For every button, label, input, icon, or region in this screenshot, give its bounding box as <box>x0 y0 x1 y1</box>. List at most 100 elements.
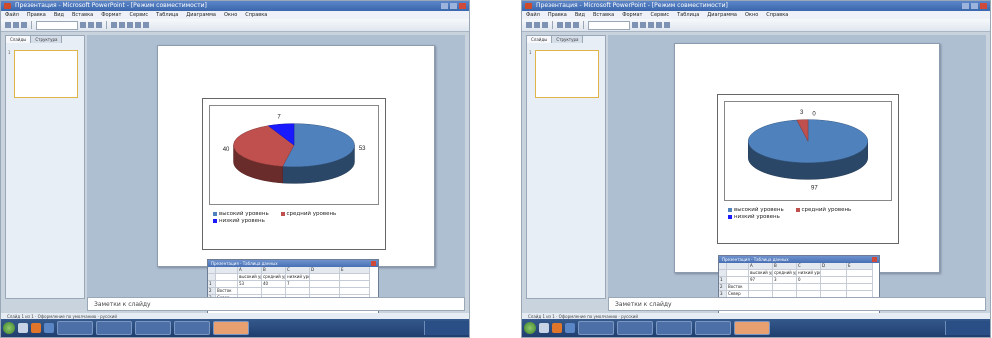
quicklaunch-icon[interactable] <box>539 323 549 333</box>
datasheet-cell[interactable]: D <box>310 267 340 274</box>
slide-thumbnail[interactable] <box>535 50 599 98</box>
menu-item-window[interactable]: Окно <box>224 11 237 19</box>
quicklaunch-icon[interactable] <box>552 323 562 333</box>
datasheet-cell[interactable] <box>208 274 216 281</box>
menu-item-file[interactable]: Файл <box>5 11 19 19</box>
legend-icon[interactable] <box>119 22 125 28</box>
datasheet-cell[interactable]: 1 <box>208 281 216 288</box>
menu-item-table[interactable]: Таблица <box>156 11 178 19</box>
close-button[interactable] <box>980 3 987 9</box>
taskbar-button[interactable] <box>656 321 692 335</box>
datasheet-cell[interactable] <box>238 288 262 295</box>
quicklaunch-icon[interactable] <box>31 323 41 333</box>
datasheet-cell[interactable] <box>847 270 873 277</box>
taskbar-button-powerpoint[interactable] <box>734 321 770 335</box>
datasheet-cell[interactable] <box>797 284 821 291</box>
datasheet-cell[interactable] <box>749 284 773 291</box>
datasheet-cell[interactable]: 53 <box>238 281 262 288</box>
menu-item-help[interactable]: Справка <box>245 11 267 19</box>
by-column-icon[interactable] <box>664 22 670 28</box>
menu-item-chart[interactable]: Диаграмма <box>707 11 737 19</box>
datasheet-cell[interactable] <box>310 281 340 288</box>
datasheet-cell[interactable]: 7 <box>286 281 310 288</box>
datasheet-icon[interactable] <box>573 22 579 28</box>
tab-outline[interactable]: Структура <box>552 36 584 43</box>
menu-item-edit[interactable]: Правка <box>27 11 46 19</box>
datasheet-cell[interactable] <box>719 270 727 277</box>
datasheet-cell[interactable] <box>340 288 370 295</box>
menu-item-insert[interactable]: Вставка <box>72 11 93 19</box>
taskbar-button-powerpoint[interactable] <box>213 321 249 335</box>
datasheet-cell[interactable] <box>719 263 727 270</box>
tab-outline[interactable]: Структура <box>31 36 63 43</box>
taskbar-button[interactable] <box>174 321 210 335</box>
datasheet-cell[interactable]: 40 <box>262 281 286 288</box>
quicklaunch-icon[interactable] <box>18 323 28 333</box>
datasheet-cell[interactable] <box>821 270 847 277</box>
datasheet-cell[interactable] <box>821 277 847 284</box>
notes-pane[interactable]: Заметки к слайду <box>87 297 465 311</box>
slide-thumbnail[interactable] <box>14 50 78 98</box>
datasheet-cell[interactable] <box>310 274 340 281</box>
taskbar-button[interactable] <box>695 321 731 335</box>
datasheet-cell[interactable]: высокий уровень <box>749 270 773 277</box>
taskbar-button[interactable] <box>135 321 171 335</box>
datasheet-cell[interactable]: 0 <box>797 277 821 284</box>
tab-slides[interactable]: Слайды <box>6 36 32 43</box>
datasheet-cell[interactable]: E <box>340 267 370 274</box>
chart-type-icon[interactable] <box>557 22 563 28</box>
datasheet-cell[interactable]: E <box>847 263 873 270</box>
datasheet-close-button[interactable] <box>371 261 376 266</box>
minimize-button[interactable] <box>962 3 969 9</box>
datasheet-cell[interactable]: B <box>262 267 286 274</box>
datasheet-close-button[interactable] <box>872 257 877 262</box>
datasheet-cell[interactable]: высокий уровень <box>238 274 262 281</box>
save-icon[interactable] <box>21 22 27 28</box>
by-column-icon[interactable] <box>143 22 149 28</box>
minimize-button[interactable] <box>441 3 448 9</box>
datasheet-cell[interactable]: A <box>749 263 773 270</box>
menu-item-view[interactable]: Вид <box>54 11 64 19</box>
datasheet-cell[interactable]: 97 <box>749 277 773 284</box>
font-select[interactable] <box>36 20 78 30</box>
datasheet-cell[interactable] <box>727 263 749 270</box>
datasheet-window[interactable]: Презентация - Таблица данных A B C D Eвысоки… <box>207 259 379 321</box>
datasheet-cell[interactable]: C <box>286 267 310 274</box>
menu-item-view[interactable]: Вид <box>575 11 585 19</box>
datasheet-cell[interactable] <box>340 274 370 281</box>
maximize-button[interactable] <box>971 3 978 9</box>
bold-icon[interactable] <box>80 22 86 28</box>
taskbar-button[interactable] <box>617 321 653 335</box>
underline-icon[interactable] <box>96 22 102 28</box>
menu-item-window[interactable]: Окно <box>745 11 758 19</box>
start-button[interactable] <box>3 322 15 334</box>
menu-item-table[interactable]: Таблица <box>677 11 699 19</box>
datasheet-cell[interactable] <box>847 277 873 284</box>
start-button[interactable] <box>524 322 536 334</box>
chart-type-icon[interactable] <box>111 22 117 28</box>
chart-legend[interactable]: высокий уровень средний уровень низкий у… <box>213 211 381 225</box>
datasheet-cell[interactable] <box>262 288 286 295</box>
chart-object[interactable]: 97 3 0 высокий уровень средний уровень н… <box>717 94 899 244</box>
datasheet-cell[interactable]: низкий уровень <box>797 270 821 277</box>
menu-item-format[interactable]: Формат <box>101 11 121 19</box>
datasheet-cell[interactable] <box>216 267 238 274</box>
datasheet-cell[interactable] <box>727 277 749 284</box>
datasheet-cell[interactable]: 3 <box>773 277 797 284</box>
datasheet-icon[interactable] <box>127 22 133 28</box>
new-icon[interactable] <box>5 22 11 28</box>
datasheet-cell[interactable] <box>847 284 873 291</box>
datasheet-cell[interactable]: Восток <box>216 288 238 295</box>
slide-canvas[interactable]: 53 40 7 высокий уровень средний уровень <box>157 45 435 267</box>
datasheet-cell[interactable]: низкий уровень <box>286 274 310 281</box>
datasheet-cell[interactable] <box>216 281 238 288</box>
menu-item-format[interactable]: Формат <box>622 11 642 19</box>
maximize-button[interactable] <box>450 3 457 9</box>
datasheet-cell[interactable]: средний уровень <box>262 274 286 281</box>
italic-icon[interactable] <box>88 22 94 28</box>
datasheet-cell[interactable] <box>216 274 238 281</box>
menu-item-chart[interactable]: Диаграмма <box>186 11 216 19</box>
datasheet-cell[interactable] <box>340 281 370 288</box>
menu-item-tools[interactable]: Сервис <box>129 11 148 19</box>
taskbar-button[interactable] <box>57 321 93 335</box>
